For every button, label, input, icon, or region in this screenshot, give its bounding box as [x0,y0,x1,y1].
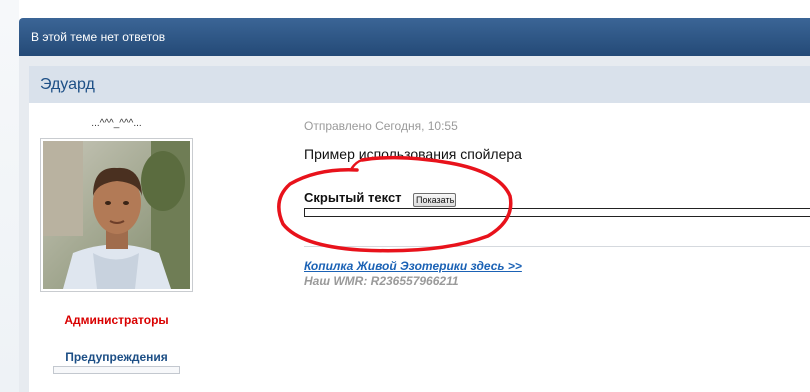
avatar[interactable] [40,138,193,292]
spoiler-show-button[interactable]: Показать [413,193,456,207]
author-group: Администраторы [64,313,169,327]
author-nick: ...^^^_^^^... [91,118,142,129]
topic-status-bar: В этой теме нет ответов [19,18,810,56]
post-author-bar [29,66,810,103]
topic-status-text: В этой теме нет ответов [31,30,166,44]
warnings-link[interactable]: Предупреждения [40,350,193,364]
person-photo-icon [43,141,190,289]
warnings-level-bar [53,366,180,374]
spoiler-content-box [304,208,810,217]
page-left-gutter [0,0,19,392]
spoiler-title: Скрытый текст [304,190,402,205]
signature-wmr-text: Наш WMR: R236557966211 [304,274,459,288]
signature-link[interactable]: Копилка Живой Эзотерики здесь >> [304,259,522,273]
post-date: Отправлено Сегодня, 10:55 [304,119,458,133]
post-text: Пример использования спойлера [304,146,522,162]
author-name[interactable]: Эдуард [40,76,95,94]
signature-divider [304,246,810,247]
